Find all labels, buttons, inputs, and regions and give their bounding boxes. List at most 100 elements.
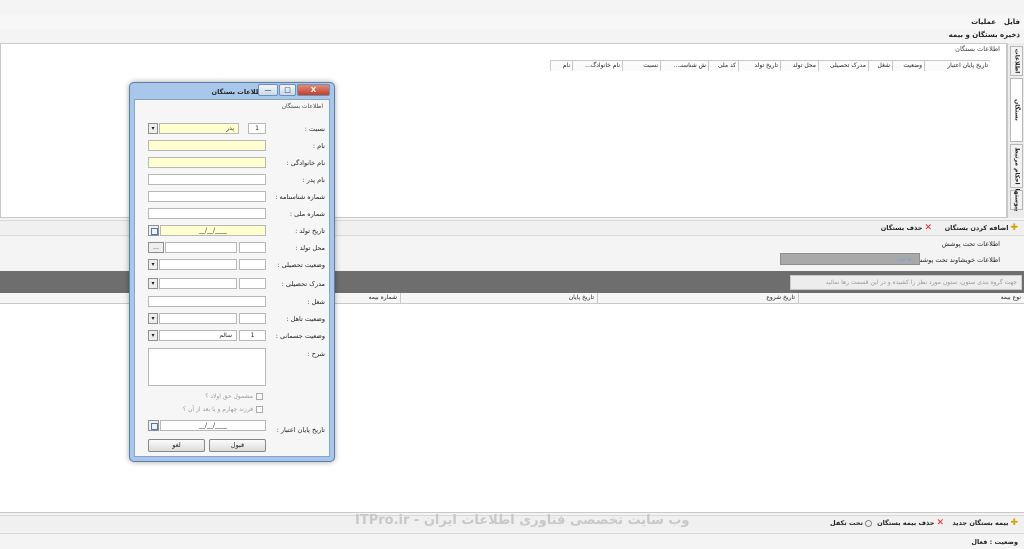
birth-place-picker[interactable]: ...	[148, 242, 164, 253]
marital-field[interactable]	[159, 313, 237, 324]
delete-insurance-button[interactable]: ✕ حذف بیمه بستگان	[877, 518, 944, 528]
app-title: ذخیره بستگان و بیمه	[948, 31, 1020, 39]
degree-field[interactable]	[159, 278, 237, 289]
tab-attachments[interactable]: پیوستها	[1010, 188, 1023, 212]
birth-place-code-field[interactable]	[239, 242, 266, 253]
edu-status-label: وضعیت تحصیلی :	[277, 261, 325, 269]
expiry-field[interactable]: __/__/____	[160, 420, 266, 431]
expiry-label: تاریخ پایان اعتبار :	[276, 426, 325, 434]
marital-dropdown[interactable]: ▾	[148, 313, 158, 324]
relation-dropdown[interactable]: ▾	[148, 123, 158, 134]
watermark: ITPro.ir - وب سایت تخصصی فناوری اطلاعات …	[355, 513, 690, 528]
col-birth-date[interactable]: تاریخ تولد	[738, 61, 780, 71]
family-dropdown[interactable]: رها شه	[780, 253, 920, 265]
col-end-date[interactable]: تاریخ پایان	[400, 293, 597, 304]
chevron-down-icon: ▾	[151, 261, 155, 268]
chevron-down-icon: ▾	[151, 280, 155, 287]
col-relation[interactable]: نسبت	[622, 61, 660, 71]
tab-info[interactable]: اطلاعات	[1010, 46, 1023, 76]
calendar-icon[interactable]	[148, 225, 159, 236]
checkbox[interactable]	[256, 406, 263, 413]
tab-orders[interactable]: احکام مرتبط	[1010, 144, 1023, 188]
delete-relative-button[interactable]: ✕ حذف بستگان	[881, 223, 932, 233]
col-name[interactable]: نام	[550, 61, 572, 71]
relative-info-dialog: اطلاعات بستگان — □ X اطلاعات بستگان نسبت…	[129, 82, 335, 462]
clock-icon	[865, 519, 872, 527]
edu-status-dropdown[interactable]: ▾	[148, 259, 158, 270]
relation-code-field[interactable]: 1	[248, 123, 266, 134]
coverage-caption: اطلاعات تحت پوشش	[941, 240, 1000, 248]
panel-caption: اطلاعات بستگان	[955, 45, 1000, 53]
national-id-field[interactable]	[148, 208, 266, 219]
col-family[interactable]: نام خانوادگ...	[572, 61, 622, 71]
relation-field[interactable]: پدر	[159, 123, 239, 134]
coverage-button[interactable]: تحت تکفل	[830, 519, 872, 527]
tab-relatives[interactable]: بستگان	[1010, 78, 1023, 142]
menu-file[interactable]: فایل	[1004, 18, 1020, 26]
spouse-right-checkbox[interactable]: مشمول حق اولاد ؟	[205, 393, 263, 400]
edu-status-field[interactable]	[159, 259, 237, 270]
plus-icon: ✚	[1010, 223, 1018, 233]
name-label: نام :	[312, 142, 325, 150]
description-label: شرح :	[307, 350, 326, 358]
minimize-button[interactable]: —	[258, 84, 278, 96]
group-hint[interactable]: جهت گروه بندی ستون، ستون مورد نظر را کشی…	[790, 275, 1022, 290]
family-label: نام خانوادگی :	[286, 159, 325, 167]
vertical-tabs: اطلاعات بستگان احکام مرتبط پیوستها	[1007, 43, 1024, 218]
col-degree[interactable]: مدرک تحصیلی	[818, 61, 868, 71]
calendar-icon[interactable]	[148, 420, 159, 431]
family-field[interactable]	[148, 157, 266, 168]
maximize-button[interactable]: □	[279, 84, 296, 96]
job-field[interactable]	[148, 296, 266, 307]
father-label: نام پدر :	[302, 176, 326, 184]
edu-status-code-field[interactable]	[239, 259, 266, 270]
national-id-label: شماره ملی :	[289, 210, 325, 218]
status-bar: وضعیت : فعال	[0, 533, 1024, 549]
new-insurance-button[interactable]: ✚ بیمه بستگان جدید	[952, 519, 1018, 528]
health-field[interactable]: سالم	[159, 330, 237, 341]
chevron-down-icon: ▾	[151, 125, 155, 132]
id-number-field[interactable]	[148, 191, 266, 202]
col-job[interactable]: شغل	[868, 61, 892, 71]
family-caption: اطلاعات خویشاوند تحت پوشش :	[910, 256, 1000, 264]
close-button[interactable]: X	[297, 84, 330, 96]
dialog-body: اطلاعات بستگان نسبت : ▾ پدر 1 نام : نام …	[134, 99, 330, 457]
name-field[interactable]	[148, 140, 266, 151]
description-field[interactable]	[148, 348, 266, 386]
delete-icon: ✕	[936, 518, 944, 528]
ok-button[interactable]: قبول	[209, 439, 266, 452]
health-code-field[interactable]: 1	[239, 330, 266, 341]
relatives-grid-header: نام نام خانوادگ... نسبت ش شناسنـ... کد م…	[550, 60, 990, 71]
health-dropdown[interactable]: ▾	[148, 330, 158, 341]
dialog-section-caption: اطلاعات بستگان	[281, 103, 323, 110]
health-label: وضعیت جسمانی :	[275, 332, 325, 340]
dialog-title: اطلاعات بستگان	[211, 88, 264, 96]
cancel-button[interactable]: لغو	[148, 439, 205, 452]
col-birth-place[interactable]: محل تولد	[780, 61, 818, 71]
degree-dropdown[interactable]: ▾	[148, 278, 158, 289]
col-expiry[interactable]: تاریخ پایان اعتبار	[924, 61, 990, 71]
col-id-number[interactable]: ش شناسنـ...	[660, 61, 708, 71]
status-text: وضعیت : فعال	[971, 538, 1018, 546]
birth-date-field[interactable]: __/__/____	[160, 225, 266, 236]
relation-label: نسبت :	[304, 125, 325, 133]
child-order-checkbox[interactable]: فرزند چهارم و یا بعد از آن ؟	[183, 406, 263, 413]
marital-code-field[interactable]	[239, 313, 266, 324]
col-start-date[interactable]: تاریخ شروع	[597, 293, 798, 304]
degree-label: مدرک تحصیلی :	[281, 280, 325, 288]
birth-place-label: محل تولد :	[295, 244, 325, 252]
delete-icon: ✕	[924, 223, 932, 233]
col-national-id[interactable]: کد ملی	[708, 61, 738, 71]
col-status[interactable]: وضعیت	[892, 61, 924, 71]
marital-label: وضعیت تاهل :	[286, 315, 325, 323]
birth-date-label: تاریخ تولد :	[295, 227, 325, 235]
add-relative-button[interactable]: ✚ اضافه کردن بستگان	[945, 223, 1018, 233]
dialog-titlebar[interactable]: اطلاعات بستگان — □ X	[130, 83, 334, 98]
menu-operations[interactable]: عملیات	[971, 18, 996, 26]
col-insurance-type[interactable]: نوع بیمه	[798, 293, 1024, 304]
checkbox[interactable]	[256, 393, 263, 400]
birth-place-field[interactable]	[165, 242, 237, 253]
degree-code-field[interactable]	[239, 278, 266, 289]
father-field[interactable]	[148, 174, 266, 185]
chevron-down-icon: ▾	[151, 315, 155, 322]
